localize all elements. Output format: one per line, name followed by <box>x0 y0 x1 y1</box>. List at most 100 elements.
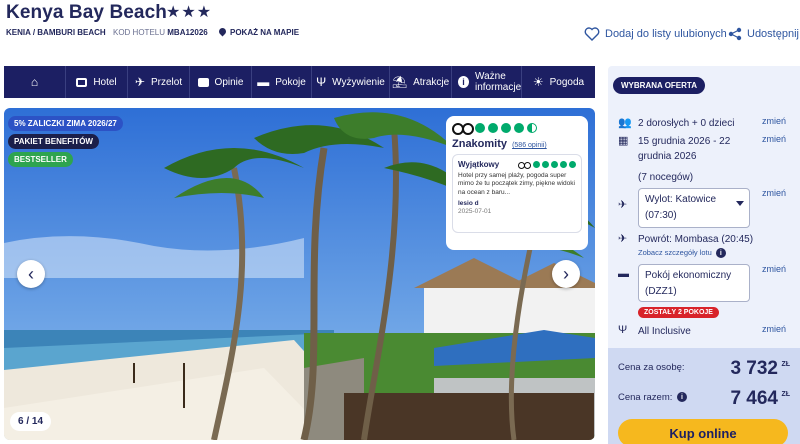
benefits-package-badge: PAKIET BENEFITÓW <box>8 134 99 149</box>
rating-dot-icon <box>475 122 485 133</box>
review-title: Wyjątkowy <box>458 160 500 169</box>
review-author: lesio d <box>458 200 479 208</box>
hotel-code-value: MBA12026 <box>167 28 208 37</box>
nav-rooms[interactable]: ▬ Pokoje <box>252 66 312 98</box>
offer-panel: WYBRANA OFERTA 👥 2 dorosłych + 0 dzieci … <box>608 66 800 444</box>
nav-home[interactable]: ⌂ <box>4 66 66 98</box>
share-icon <box>728 27 742 41</box>
rating-dot-icon <box>551 161 558 168</box>
price-total-label-text: Cena razem: <box>618 392 673 403</box>
deposit-promo-badge: 5% ZALICZKI ZIMA 2026/27 <box>8 116 123 131</box>
attractions-icon: ⛱ <box>391 75 408 89</box>
tripadvisor-card: Znakomity (586 opinii) Wyjątkowy Hotel p… <box>446 116 588 250</box>
nav-hotel-label: Hotel <box>93 76 117 88</box>
room-value: Pokój ekonomiczny (DZZ1) <box>645 270 732 297</box>
info-icon: i <box>677 392 688 403</box>
nav-rooms-label: Pokoje <box>275 76 306 88</box>
review-card: Wyjątkowy Hotel przy samej plaży, pogoda… <box>452 154 582 233</box>
rating-dot-icon <box>542 161 549 168</box>
bed-icon: ▬ <box>257 75 270 89</box>
departure-value: Wylot: Katowice (07:30) <box>645 194 717 221</box>
flight-details-link[interactable]: Zobacz szczegóły lotu i <box>638 248 726 259</box>
calendar-icon: ▦ <box>618 135 629 147</box>
flight-details-label: Zobacz szczegóły lotu <box>638 248 712 257</box>
room-select[interactable]: Pokój ekonomiczny (DZZ1) <box>638 264 750 302</box>
hotel-name: Kenya Bay Beach <box>6 2 167 23</box>
heart-icon <box>584 27 600 41</box>
sun-icon: ☀ <box>532 75 544 89</box>
share-button[interactable]: Udostępnij <box>728 27 799 41</box>
review-text: Hotel przy samej plaży, pogoda super mim… <box>458 172 575 196</box>
gallery-next-button[interactable]: › <box>552 260 580 288</box>
review-rating <box>518 161 576 169</box>
rating-dot-icon <box>569 161 576 168</box>
bestseller-badge: BESTSELLER <box>8 152 73 167</box>
cutlery-icon: Ψ <box>316 75 327 89</box>
buy-online-button[interactable]: Kup online <box>618 419 788 444</box>
map-pin-icon <box>219 28 226 37</box>
nav-attractions[interactable]: ⛱ Atrakcje <box>390 66 452 98</box>
nav-important-info-label: Ważne informacje <box>475 71 522 93</box>
nights-value: (7 nocegów) <box>638 172 694 183</box>
chevron-left-icon: ‹ <box>28 263 34 284</box>
rating-dot-icon <box>533 161 540 168</box>
nav-flight[interactable]: ✈ Przelot <box>128 66 190 98</box>
show-on-map-link[interactable]: POKAŻ NA MAPIE <box>219 28 299 37</box>
nav-flight-label: Przelot <box>150 76 183 88</box>
nav-weather[interactable]: ☀ Pogoda <box>522 66 595 98</box>
tripadvisor-logo-icon <box>518 161 531 169</box>
nav-board-label: Wyżywienie <box>332 76 385 88</box>
photo-gallery[interactable]: 5% ZALICZKI ZIMA 2026/27 PAKIET BENEFITÓ… <box>4 108 595 440</box>
nav-important-info[interactable]: i Ważne informacje <box>452 66 522 98</box>
travelers-value: 2 dorosłych + 0 dzieci <box>638 118 735 129</box>
change-board-link[interactable]: zmień <box>762 324 786 334</box>
price-per-person-value: 3 732 <box>730 358 778 379</box>
plane-departure-icon: ✈ <box>618 199 628 211</box>
add-to-favorites-label: Dodaj do listy ulubionych <box>605 28 727 40</box>
price-box: Cena za osobę: 3 732 ZŁ Cena razem: i 7 … <box>608 348 800 444</box>
reviews-count-link[interactable]: (586 opinii) <box>512 142 547 149</box>
change-dates-link[interactable]: zmień <box>762 134 786 144</box>
hotel-code: KOD HOTELU MBA12026 <box>113 28 208 37</box>
rating-dot-icon <box>501 122 511 133</box>
change-room-link[interactable]: zmień <box>762 264 786 274</box>
selected-offer-badge: WYBRANA OFERTA <box>613 77 705 94</box>
info-icon: i <box>715 248 726 259</box>
rating-dot-icon <box>560 161 567 168</box>
cutlery-icon: Ψ <box>618 324 628 336</box>
tripadvisor-rating <box>452 122 582 135</box>
price-per-person-label: Cena za osobę: <box>618 362 685 373</box>
rating-dot-icon <box>514 122 524 133</box>
rating-text: Znakomity <box>452 138 508 150</box>
photo-counter: 6 / 14 <box>10 412 52 431</box>
change-departure-link[interactable]: zmień <box>762 188 786 198</box>
hotel-icon <box>76 77 88 87</box>
plane-icon: ✈ <box>134 75 145 89</box>
review-date: 2025-07-01 <box>458 208 492 216</box>
departure-select[interactable]: Wylot: Katowice (07:30) <box>638 188 750 228</box>
hotel-section-nav: ⌂ Hotel ✈ Przelot Opinie ▬ Pokoje Ψ Wyży… <box>4 66 595 98</box>
dates-value: 15 grudnia 2026 - 22 grudnia 2026 <box>638 136 731 162</box>
price-total-label: Cena razem: i <box>618 392 688 403</box>
chevron-right-icon: › <box>563 263 569 284</box>
nav-attractions-label: Atrakcje <box>413 76 450 88</box>
home-icon: ⌂ <box>30 75 39 89</box>
change-travelers-link[interactable]: zmień <box>762 116 786 126</box>
bed-icon: ▬ <box>618 268 629 280</box>
return-value: Powrót: Mombasa (20:45) <box>638 234 754 245</box>
hotel-code-label: KOD HOTELU <box>113 28 166 37</box>
gallery-prev-button[interactable]: ‹ <box>17 260 45 288</box>
chevron-down-icon <box>736 201 744 206</box>
info-icon: i <box>458 76 469 88</box>
reviews-icon <box>197 77 209 87</box>
nav-reviews[interactable]: Opinie <box>190 66 252 98</box>
show-on-map-label: POKAŻ NA MAPIE <box>230 28 300 37</box>
nav-board[interactable]: Ψ Wyżywienie <box>312 66 390 98</box>
price-total-value: 7 464 <box>730 388 778 409</box>
hotel-stars: ★★★ <box>166 4 213 21</box>
rating-half-dot-icon <box>527 122 537 133</box>
nav-hotel[interactable]: Hotel <box>66 66 128 98</box>
rating-dot-icon <box>488 122 498 133</box>
nav-weather-label: Pogoda <box>549 76 585 88</box>
add-to-favorites-button[interactable]: Dodaj do listy ulubionych <box>584 27 727 41</box>
